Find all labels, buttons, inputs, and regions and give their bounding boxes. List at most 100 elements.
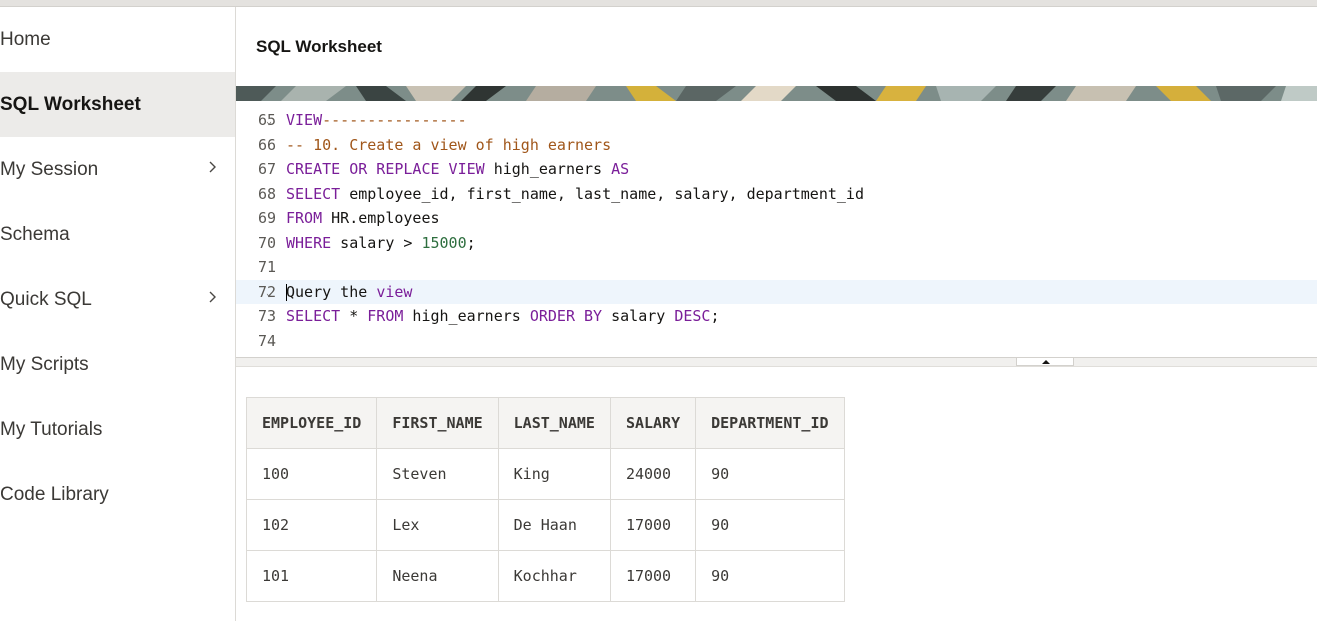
line-number: 70 (257, 233, 276, 252)
line-number: 66 (257, 135, 276, 154)
punctuation: ; (710, 307, 720, 325)
column-header[interactable]: DEPARTMENT_ID (695, 397, 845, 449)
code-line[interactable]: 68 SELECT employee_id, first_name, last_… (236, 182, 1317, 207)
collapse-handle[interactable] (1016, 358, 1074, 366)
code-line[interactable]: 67 CREATE OR REPLACE VIEW high_earners A… (236, 157, 1317, 182)
code-text: FROM HR.employees (286, 206, 440, 231)
keyword: DESC (674, 307, 711, 325)
code-text: WHERE salary > 15000; (286, 231, 476, 256)
table-cell: Steven (376, 448, 499, 500)
comment: -- 10. Create a view of high earners (286, 135, 612, 154)
code-line[interactable]: 74 (236, 329, 1317, 354)
code-text: SELECT * FROM high_earners ORDER BY sala… (286, 304, 720, 329)
table-row[interactable]: 101 Neena Kochhar 17000 90 (245, 550, 845, 602)
punctuation: ; (466, 233, 476, 252)
sidebar-item-my-tutorials[interactable]: My Tutorials (0, 397, 235, 462)
identifier: * (340, 307, 368, 325)
code-line[interactable]: 73 SELECT * FROM high_earners ORDER BY s… (236, 304, 1317, 329)
identifier: high_earners (403, 307, 530, 325)
table-cell: 90 (695, 499, 845, 551)
code-line[interactable]: 66 -- 10. Create a view of high earners (236, 133, 1317, 158)
sidebar-item-my-session[interactable]: My Session (0, 137, 235, 202)
identifier: HR.employees (322, 209, 440, 227)
line-number: 68 (257, 184, 276, 203)
keyword: CREATE OR REPLACE VIEW (286, 160, 485, 178)
table-cell: Lex (376, 499, 499, 551)
column-header[interactable]: FIRST_NAME (376, 397, 499, 449)
sidebar-item-quick-sql[interactable]: Quick SQL (0, 267, 235, 332)
sidebar-item-label: SQL Worksheet (0, 93, 141, 115)
keyword: VIEW (286, 111, 323, 129)
fold-chevron-icon[interactable]: ⌄ (266, 110, 272, 135)
sidebar-item-code-library[interactable]: Code Library (0, 462, 235, 527)
code-text: SELECT employee_id, first_name, last_nam… (286, 182, 864, 207)
table-cell: 90 (695, 550, 845, 602)
sidebar-item-label: Schema (0, 223, 70, 245)
table-cell: King (497, 448, 611, 500)
top-border (0, 0, 1317, 7)
keyword: ORDER BY (529, 307, 603, 325)
code-text: CREATE OR REPLACE VIEW high_earners AS (286, 157, 629, 182)
identifier: salary > (331, 233, 422, 252)
table-header-row: EMPLOYEE_ID FIRST_NAME LAST_NAME SALARY … (245, 397, 845, 449)
keyword: view (376, 282, 413, 301)
table-cell: 102 (245, 499, 378, 551)
keyword: FROM (286, 209, 323, 227)
identifier: Query the (286, 282, 377, 301)
pane-splitter[interactable] (236, 357, 1317, 367)
caret-up-icon (1042, 360, 1050, 364)
sidebar-item-label: My Session (0, 158, 99, 180)
code-text: Query the view (286, 280, 412, 305)
table-cell: 17000 (609, 550, 697, 602)
number-literal: 15000 (421, 233, 467, 252)
keyword: AS (611, 160, 630, 178)
identifier: salary (602, 307, 675, 325)
code-line[interactable]: 70 WHERE salary > 15000; (236, 231, 1317, 256)
sidebar-item-label: Quick SQL (0, 288, 92, 310)
column-header[interactable]: SALARY (609, 397, 697, 449)
keyword: SELECT (286, 307, 341, 325)
table-cell: De Haan (497, 499, 611, 551)
code-text: VIEW---------------- (286, 108, 467, 133)
decorative-banner (236, 86, 1317, 101)
sidebar: Home SQL Worksheet My Session Schema Qui… (0, 7, 236, 621)
sidebar-item-label: Code Library (0, 483, 109, 505)
chevron-right-icon (209, 161, 216, 173)
table-cell: 17000 (609, 499, 697, 551)
keyword: SELECT (286, 184, 341, 203)
keyword: WHERE (286, 233, 332, 252)
code-line-current[interactable]: 72 ⌄ Query the view (236, 279, 1317, 307)
fold-chevron-icon[interactable]: ⌄ (266, 282, 272, 307)
comment: ---------------- (322, 111, 467, 129)
sidebar-item-home[interactable]: Home (0, 7, 235, 72)
page-header: SQL Worksheet (236, 7, 1317, 86)
code-line[interactable]: 65 ⌄ VIEW---------------- (236, 108, 1317, 133)
chevron-right-icon (209, 291, 216, 303)
sidebar-item-label: My Scripts (0, 353, 89, 375)
sidebar-item-label: Home (0, 28, 51, 50)
line-number: 73 (257, 307, 276, 325)
banner-pattern (236, 86, 1317, 101)
table-cell: 24000 (609, 448, 697, 500)
sidebar-item-label: My Tutorials (0, 418, 103, 440)
code-line[interactable]: 69 FROM HR.employees (236, 206, 1317, 231)
line-number: 71 (257, 258, 276, 276)
code-line[interactable]: 71 (236, 255, 1317, 280)
column-header[interactable]: EMPLOYEE_ID (245, 397, 378, 449)
line-number: 74 (257, 331, 276, 350)
table-row[interactable]: 100 Steven King 24000 90 (245, 448, 845, 500)
page-title: SQL Worksheet (256, 37, 382, 56)
table-row[interactable]: 102 Lex De Haan 17000 90 (245, 499, 845, 551)
sidebar-item-schema[interactable]: Schema (0, 202, 235, 267)
table-cell: 100 (245, 448, 378, 500)
column-header[interactable]: LAST_NAME (497, 397, 611, 449)
table-cell: 101 (245, 550, 378, 602)
keyword: FROM (367, 307, 404, 325)
sql-editor[interactable]: 65 ⌄ VIEW---------------- 66 -- 10. Crea… (236, 101, 1317, 357)
table-cell: 90 (695, 448, 845, 500)
sidebar-item-my-scripts[interactable]: My Scripts (0, 332, 235, 397)
table-cell: Kochhar (497, 550, 611, 602)
sidebar-item-sql-worksheet[interactable]: SQL Worksheet (0, 72, 235, 137)
table-cell: Neena (376, 550, 499, 602)
identifier: high_earners (484, 160, 612, 178)
